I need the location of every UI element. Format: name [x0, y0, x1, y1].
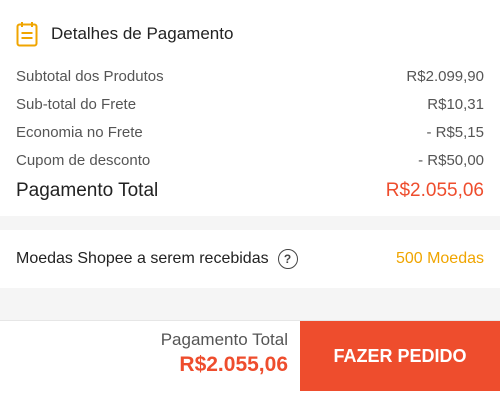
- coins-row: Moedas Shopee a serem recebidas ? 500 Mo…: [16, 246, 484, 272]
- question-circle-icon[interactable]: ?: [277, 249, 298, 269]
- payment-details-header: Detalhes de Pagamento: [16, 20, 233, 48]
- receipt-icon: [16, 22, 38, 47]
- subtotal-value: R$2.099,90: [406, 68, 484, 85]
- coupon-discount-row: Cupom de desconto - R$50,00: [16, 152, 484, 169]
- subtotal-label: Subtotal dos Produtos: [16, 68, 164, 85]
- total-payment-row: Pagamento Total R$2.055,06: [16, 180, 484, 202]
- bottom-bar: Pagamento Total R$2.055,06 FAZER PEDIDO: [0, 320, 500, 407]
- coins-card: Moedas Shopee a serem recebidas ? 500 Mo…: [0, 230, 500, 288]
- shipping-subtotal-label: Sub-total do Frete: [16, 96, 137, 113]
- coupon-discount-value: - R$50,00: [418, 152, 484, 169]
- bottom-total: Pagamento Total R$2.055,06: [161, 329, 288, 379]
- total-payment-label: Pagamento Total: [16, 180, 159, 201]
- coupon-discount-label: Cupom de desconto: [16, 152, 151, 169]
- place-order-button[interactable]: FAZER PEDIDO: [300, 321, 500, 391]
- total-payment-value: R$2.055,06: [385, 180, 484, 201]
- shipping-subtotal-row: Sub-total do Frete R$10,31: [16, 96, 484, 113]
- subtotal-row: Subtotal dos Produtos R$2.099,90: [16, 68, 484, 85]
- shipping-savings-row: Economia no Frete - R$5,15: [16, 124, 484, 141]
- coins-value: 500 Moedas: [395, 250, 484, 267]
- coins-left: Moedas Shopee a serem recebidas ?: [16, 249, 298, 269]
- payment-details-card: Detalhes de Pagamento Subtotal dos Produ…: [0, 0, 500, 216]
- bottom-total-label: Pagamento Total: [160, 330, 288, 349]
- payment-details-title: Detalhes de Pagamento: [51, 24, 234, 43]
- bottom-total-value: R$2.055,06: [179, 353, 288, 376]
- coins-label: Moedas Shopee a serem recebidas: [16, 250, 269, 267]
- shipping-savings-label: Economia no Frete: [16, 124, 143, 141]
- shipping-savings-value: - R$5,15: [426, 124, 484, 141]
- shipping-subtotal-value: R$10,31: [427, 96, 484, 113]
